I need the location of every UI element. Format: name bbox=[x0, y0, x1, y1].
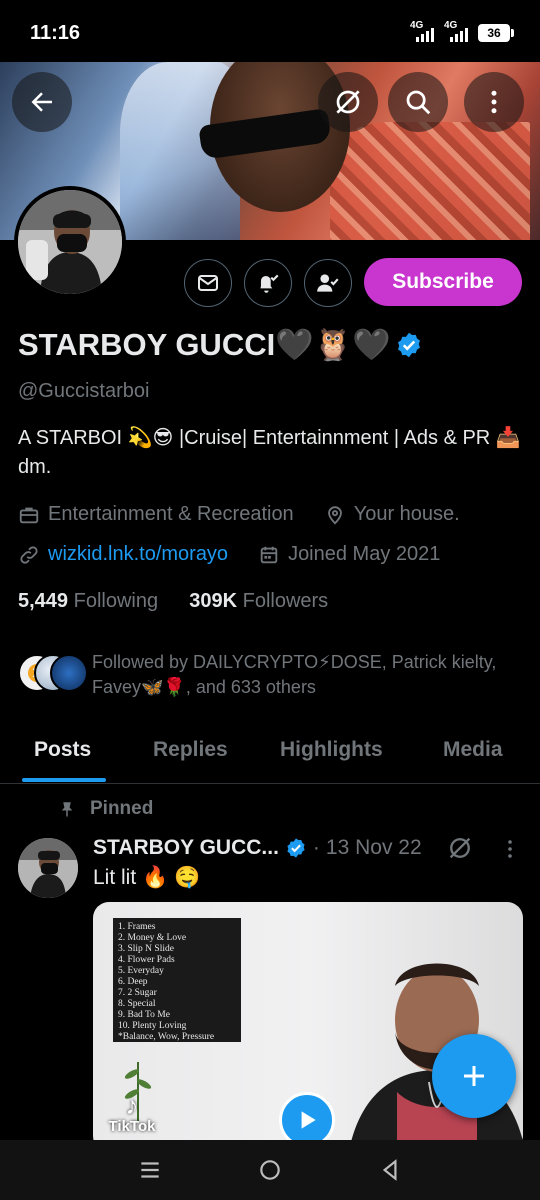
status-time: 11:16 bbox=[30, 22, 81, 44]
pinned-label: Pinned bbox=[90, 798, 154, 819]
profile-meta-row-1: Entertainment & Recreation Your house. bbox=[18, 503, 460, 526]
track-item: 6. Deep bbox=[118, 977, 148, 987]
tab-highlights[interactable]: Highlights bbox=[280, 738, 383, 762]
more-vertical-icon bbox=[508, 840, 512, 858]
followed-by-text[interactable]: Followed by DAILYCRYPTO⚡DOSE, Patrick ki… bbox=[92, 650, 522, 700]
recent-apps-icon[interactable] bbox=[137, 1157, 163, 1183]
back-nav-icon[interactable] bbox=[377, 1157, 403, 1183]
search-icon bbox=[406, 90, 431, 115]
network-type-label: 4G bbox=[444, 20, 458, 31]
tiktok-watermark: ♪ TikTok bbox=[97, 1092, 167, 1135]
person-check-icon bbox=[317, 274, 339, 292]
verified-badge-icon[interactable] bbox=[395, 331, 423, 359]
track-item: 4. Flower Pads bbox=[118, 955, 175, 965]
message-button[interactable] bbox=[184, 259, 232, 307]
briefcase-icon bbox=[19, 507, 39, 523]
profile-bio: A STARBOI 💫😎 |Cruise| Entertainnment | A… bbox=[18, 427, 521, 478]
tab-media[interactable]: Media bbox=[443, 738, 503, 762]
link-icon bbox=[20, 545, 38, 564]
avatar-image bbox=[18, 190, 122, 294]
followers-count: 309K bbox=[189, 590, 238, 612]
bell-check-icon bbox=[260, 274, 279, 293]
post-more-button[interactable] bbox=[498, 836, 522, 867]
profile-website-link[interactable]: wizkid.lnk.to/morayo bbox=[48, 543, 228, 566]
status-bar: 11:16 4G 4G 36 bbox=[0, 0, 540, 62]
followers-label: Followers bbox=[242, 590, 329, 612]
signal-icon: 4G bbox=[410, 20, 434, 42]
post-header: STARBOY GUCC... · 13 Nov 22 bbox=[93, 836, 422, 860]
pin-icon bbox=[61, 802, 73, 817]
system-nav-bar bbox=[0, 1140, 540, 1200]
following-count: 5,449 bbox=[18, 590, 69, 612]
pinned-label-row: Pinned bbox=[58, 798, 153, 820]
plus-icon bbox=[464, 1066, 484, 1086]
notifications-button[interactable] bbox=[244, 259, 292, 307]
avatar-image bbox=[18, 838, 78, 898]
tracklist-card: 1. Frames 2. Money & Love 3. Slip N Slid… bbox=[113, 918, 241, 1042]
subscribe-button[interactable]: Subscribe bbox=[364, 258, 522, 306]
tab-replies[interactable]: Replies bbox=[153, 738, 228, 762]
profile-meta-row-2: wizkid.lnk.to/morayo Joined May 2021 bbox=[18, 543, 440, 566]
following-link[interactable]: 5,449 Following bbox=[18, 590, 158, 612]
track-item: 7. 2 Sugar bbox=[118, 988, 157, 998]
post-grok-button[interactable] bbox=[446, 834, 474, 867]
location-pin-icon bbox=[327, 505, 342, 525]
profile-category: Entertainment & Recreation bbox=[48, 503, 294, 525]
compose-post-button[interactable] bbox=[432, 1034, 516, 1118]
track-item: 2. Money & Love bbox=[118, 933, 187, 943]
tab-posts[interactable]: Posts bbox=[34, 738, 91, 762]
track-item: 3. Slip N Slide bbox=[118, 944, 174, 954]
home-icon[interactable] bbox=[257, 1157, 283, 1183]
display-name: STARBOY GUCCI🖤🦉🖤 bbox=[18, 327, 391, 362]
profile-joined-date: Joined May 2021 bbox=[288, 543, 441, 565]
envelope-icon bbox=[198, 275, 218, 291]
followed-by-avatars[interactable]: ₿ bbox=[18, 654, 88, 694]
play-icon bbox=[301, 1111, 316, 1129]
grok-button[interactable] bbox=[318, 72, 378, 132]
track-item: 1. Frames bbox=[118, 922, 156, 932]
track-item: 10. Plenty Loving bbox=[118, 1021, 187, 1031]
battery-icon: 36 bbox=[478, 24, 514, 42]
display-name-row: STARBOY GUCCI🖤🦉🖤 bbox=[18, 326, 423, 363]
track-item: 8. Special bbox=[118, 999, 156, 1009]
post-date[interactable]: 13 Nov 22 bbox=[326, 836, 422, 860]
follower-avatar bbox=[50, 654, 88, 692]
profile-avatar[interactable] bbox=[14, 186, 126, 298]
arrow-left-icon bbox=[31, 92, 52, 112]
grok-icon bbox=[336, 90, 360, 114]
follow-counts: 5,449 Following 309K Followers bbox=[18, 590, 328, 613]
back-button[interactable] bbox=[12, 72, 72, 132]
following-button[interactable] bbox=[304, 259, 352, 307]
battery-level: 36 bbox=[487, 26, 501, 40]
post-separator: · bbox=[312, 836, 320, 859]
verified-badge-icon bbox=[287, 838, 305, 858]
followers-link[interactable]: 309K Followers bbox=[189, 590, 328, 612]
profile-tabs: Posts Replies Highlights Media bbox=[0, 722, 540, 784]
post-author-name[interactable]: STARBOY GUCC... bbox=[93, 836, 279, 860]
grok-icon bbox=[449, 837, 471, 859]
network-type-label: 4G bbox=[410, 20, 424, 31]
active-tab-indicator bbox=[22, 778, 106, 782]
signal-icon: 4G bbox=[444, 20, 468, 42]
post-author-avatar[interactable] bbox=[18, 838, 78, 898]
more-vertical-icon bbox=[491, 90, 497, 114]
track-item: 5. Everyday bbox=[118, 966, 164, 976]
following-label: Following bbox=[73, 590, 159, 612]
profile-handle: @Guccistarboi bbox=[18, 380, 150, 402]
post-text: Lit lit 🔥 🤤 bbox=[93, 866, 201, 889]
tiktok-label: TikTok bbox=[108, 1118, 156, 1135]
calendar-icon bbox=[260, 546, 278, 563]
track-item: 9. Bad To Me bbox=[118, 1010, 170, 1020]
status-icons: 4G 4G 36 bbox=[410, 20, 514, 42]
profile-location: Your house. bbox=[353, 503, 460, 525]
search-button[interactable] bbox=[388, 72, 448, 132]
more-options-button[interactable] bbox=[464, 72, 524, 132]
